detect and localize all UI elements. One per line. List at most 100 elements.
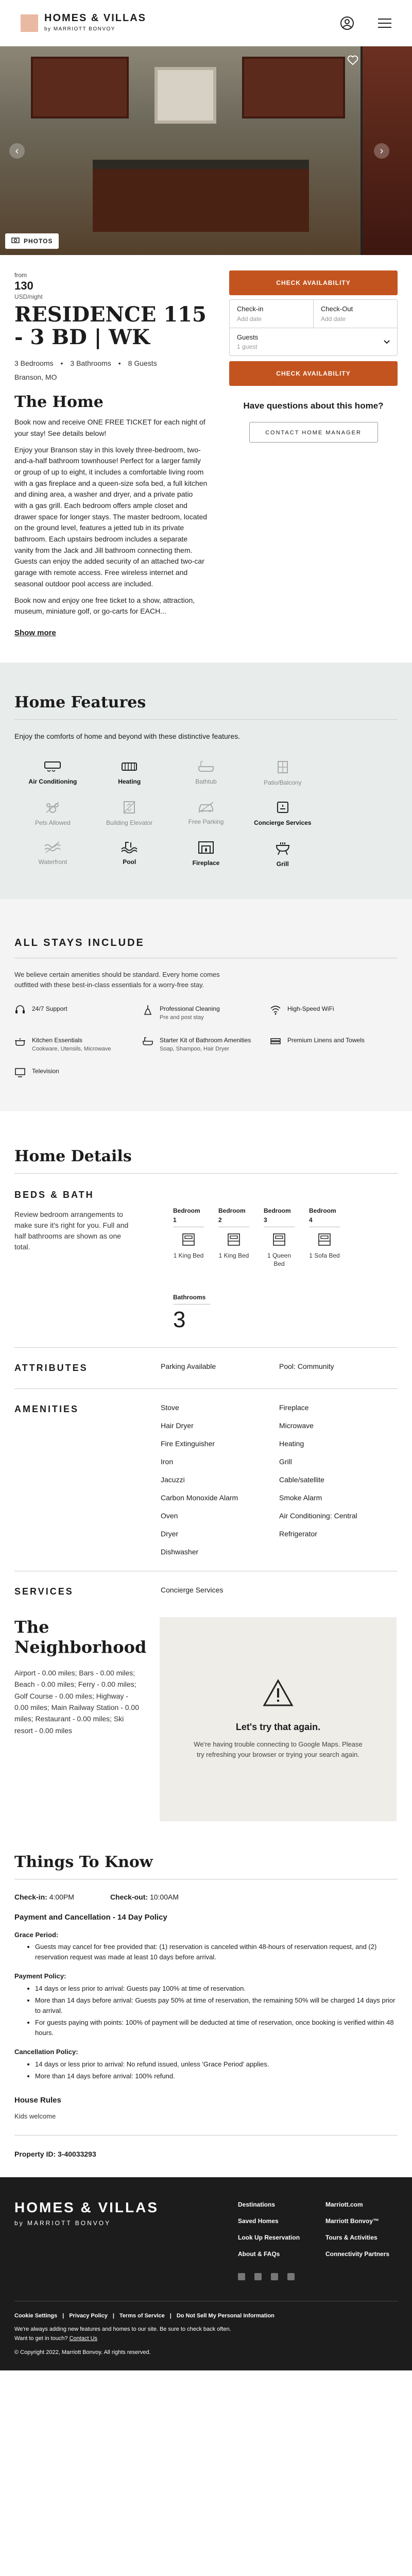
account-icon[interactable] — [340, 16, 354, 30]
brand-logo[interactable]: HOMES & VILLAS by MARRIOTT BONVOY — [21, 13, 146, 33]
included-item: Kitchen Essentials Cookware, Utensils, Mi… — [14, 1036, 142, 1054]
included-item: Starter Kit of Bathroom Amenities Soap, S… — [142, 1036, 270, 1054]
footer-link-marriott-bonvoy[interactable]: Marriott Bonvoy™ — [325, 2216, 398, 2226]
included-item-label: Kitchen Essentials — [32, 1036, 83, 1044]
features-grid: Air Conditioning Heating Bathtub Patio/Balc… — [14, 760, 398, 868]
beds-bath-title: BEDS & BATH — [14, 1190, 94, 1200]
bedroom-count: 3 Bedrooms — [14, 359, 54, 368]
property-title: RESIDENCE 115 - 3 BD | WK — [14, 302, 207, 350]
footer-link-look-up-reservation[interactable]: Look Up Reservation — [238, 2233, 325, 2242]
house-rules-title: House Rules — [14, 2095, 61, 2105]
bed-type: 1 Sofa Bed — [309, 1252, 340, 1260]
footer-link-destinations[interactable]: Destinations — [238, 2200, 325, 2209]
previous-photo-button[interactable]: ‹ — [9, 143, 25, 159]
kitchen-photo[interactable] — [0, 46, 360, 255]
amenity-item: Dryer — [161, 1530, 179, 1538]
feature-label: Waterfront — [38, 858, 67, 866]
check-availability-button-2[interactable]: CHECK AVAILABILITY — [229, 361, 398, 386]
instagram-icon[interactable] — [254, 2273, 262, 2280]
included-item-text: Starter Kit of Bathroom Amenities Soap, S… — [160, 1036, 251, 1054]
bed-icon — [317, 1233, 332, 1248]
twitter-icon[interactable] — [271, 2273, 278, 2280]
bed-icon — [226, 1233, 242, 1248]
checkin-field[interactable]: Check-in Add date — [230, 300, 313, 328]
legal-link-terms-of-service[interactable]: Terms of Service — [119, 2312, 165, 2320]
all-stays-include: ALL STAYS INCLUDE We believe certain ame… — [0, 899, 412, 1112]
bed-icon — [181, 1233, 196, 1248]
included-item: Premium Linens and Towels — [270, 1036, 398, 1054]
bedroom-list: Bedroom 11 King Bed Bedroom 21 King Bed Be… — [173, 1206, 340, 1268]
checkin-placeholder: Add date — [237, 315, 262, 323]
things-title: Things To Know — [14, 1853, 153, 1872]
facebook-icon[interactable] — [238, 2273, 245, 2280]
feature-label: Patio/Balcony — [264, 779, 302, 787]
checkout-placeholder: Add date — [321, 315, 346, 323]
get-in-touch-text: Want to get in touch? — [14, 2335, 68, 2342]
footer-link-tours-activities[interactable]: Tours & Activities — [325, 2233, 398, 2242]
check-times: Check-in: 4:00PM Check-out: 10:00AM — [14, 1892, 398, 1903]
checkout-time-label: Check-out: — [110, 1893, 148, 1902]
elevator-icon — [91, 801, 168, 814]
warning-icon — [263, 1679, 294, 1710]
amenities-title: AMENITIES — [14, 1404, 79, 1415]
amenities-row: AMENITIES Stove Fireplace Hair Dryer Microw… — [14, 1402, 398, 1557]
checkout-field[interactable]: Check-Out Add date — [313, 300, 397, 328]
policy-item: More than 14 days before arrival: 100% r… — [35, 2071, 398, 2081]
feature-item: Air Conditioning — [14, 760, 91, 787]
link-separator: | — [112, 2312, 114, 2319]
legal-link-cookie-settings[interactable]: Cookie Settings — [14, 2312, 57, 2320]
footer-link-about-faqs[interactable]: About & FAQs — [238, 2249, 325, 2259]
show-more-link[interactable]: Show more — [14, 628, 56, 639]
included-item-label: Professional Cleaning — [160, 1005, 220, 1013]
heart-icon[interactable] — [347, 55, 358, 66]
feature-label: Heating — [118, 778, 141, 786]
cleaning-icon — [142, 1004, 153, 1018]
pinterest-icon[interactable] — [287, 2273, 295, 2280]
linens-icon — [270, 1036, 281, 1049]
footer-brand-name: HOMES & VILLAS — [14, 2199, 159, 2215]
contact-manager-button[interactable]: CONTACT HOME MANAGER — [249, 421, 378, 443]
attributes-row: ATTRIBUTES Parking Available Pool: Commun… — [14, 1361, 398, 1375]
legal-link-do-not-sell-my-personal-information[interactable]: Do Not Sell My Personal Information — [177, 2312, 274, 2320]
guests-select[interactable]: Guests 1 guest — [230, 328, 397, 356]
amenity-item: Carbon Monoxide Alarm — [161, 1494, 238, 1502]
included-item-detail: Cookware, Utensils, Microwave — [32, 1045, 111, 1052]
bedroom-card: Bedroom 1 1 King Bed — [173, 1206, 204, 1268]
photo-gallery: ‹ › PHOTOS — [0, 46, 412, 255]
price-unit: USD/night — [14, 293, 43, 301]
neighborhood: The Neighborhood Airport - 0.00 miles; B… — [0, 1599, 412, 1822]
included-item: 24/7 Support — [14, 1004, 142, 1022]
legal-link-privacy-policy[interactable]: Privacy Policy — [69, 2312, 108, 2320]
contact-us-link[interactable]: Contact Us — [70, 2335, 97, 2342]
all-stays-title: ALL STAYS INCLUDE — [14, 937, 145, 949]
photos-button[interactable]: PHOTOS — [5, 233, 59, 249]
bath-icon — [142, 1036, 153, 1049]
divider — [14, 1173, 398, 1174]
feature-label: Pets Allowed — [35, 819, 71, 826]
bed-type: 1 Queen Bed — [267, 1252, 291, 1267]
feature-item: Waterfront — [14, 841, 91, 869]
home-description: Enjoy your Branson stay in this lovely t… — [14, 445, 208, 588]
feature-label: Grill — [276, 860, 289, 868]
footer-link-connectivity-partners[interactable]: Connectivity Partners — [325, 2249, 398, 2259]
included-item-text: Television — [32, 1066, 59, 1076]
grace-title: Grace Period: — [14, 1930, 59, 1939]
brand-subtitle: by MARRIOTT BONVOY — [44, 26, 115, 32]
bedroom-name: Bedroom 3 — [264, 1206, 295, 1228]
next-photo-button[interactable]: › — [374, 143, 389, 159]
meta-separator: • — [60, 359, 63, 368]
footer-logo[interactable]: HOMES & VILLAS by MARRIOTT BONVOY — [14, 2199, 159, 2280]
amenity-item: Stove — [161, 1403, 179, 1412]
policy-item: 14 days or less prior to arrival: No ref… — [35, 2059, 398, 2070]
bed-type: 1 King Bed — [173, 1252, 204, 1260]
footer-link-saved-homes[interactable]: Saved Homes — [238, 2216, 325, 2226]
social-links — [238, 2273, 398, 2280]
amenity-item: Grill — [279, 1458, 292, 1466]
footer-link-marriott-com[interactable]: Marriott.com — [325, 2200, 398, 2209]
photo-detail — [93, 160, 309, 232]
menu-icon[interactable] — [378, 18, 391, 28]
included-item-detail: Soap, Shampoo, Hair Dryer — [160, 1045, 230, 1052]
heating-icon — [91, 760, 168, 773]
check-availability-button[interactable]: CHECK AVAILABILITY — [229, 270, 398, 295]
checkin-time: 4:00PM — [49, 1893, 74, 1902]
